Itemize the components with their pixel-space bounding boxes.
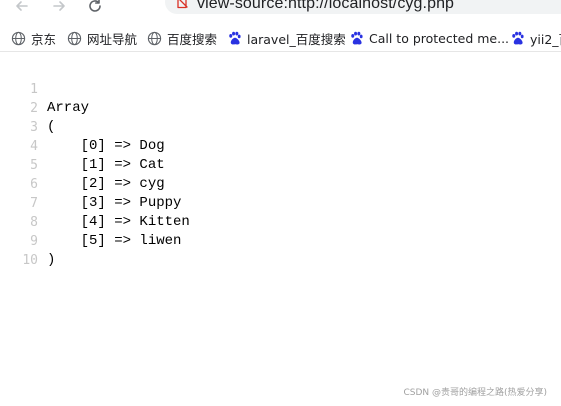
insecure-page-icon	[177, 0, 188, 9]
source-view[interactable]: 1 Array 2 ( 3 [0] => Dog 4 [1] => Cat 5 …	[0, 61, 561, 268]
bookmark-baidu-search[interactable]: 百度搜索	[147, 28, 217, 48]
bookmark-laravel[interactable]: laravel_百度搜索	[227, 28, 346, 48]
arrow-left-icon	[16, 1, 28, 11]
baidu-paw-icon	[351, 31, 363, 44]
bookmark-url-nav[interactable]: 网址导航	[67, 28, 137, 48]
line-content: )	[47, 252, 56, 268]
source-line: 1 Array	[0, 61, 561, 116]
source-line: 4 [1] => Cat	[0, 118, 561, 173]
bookmark-label: 网址导航	[87, 31, 138, 47]
baidu-paw-icon	[512, 31, 524, 44]
source-line: 5 [2] => cyg	[0, 137, 561, 192]
bookmark-label: laravel_百度搜索	[247, 31, 346, 47]
arrow-right-icon	[53, 1, 65, 11]
source-line: 6 [3] => Puppy	[0, 156, 561, 211]
source-line: 8 [5] => liwen	[0, 194, 561, 249]
back-button[interactable]	[10, 0, 34, 18]
forward-button[interactable]	[47, 0, 71, 18]
source-line: 10	[0, 232, 561, 268]
bookmark-jd[interactable]: 京东	[11, 28, 56, 48]
address-text: view-source:http://localhost/cyg.php	[197, 0, 455, 12]
reload-icon	[89, 0, 101, 12]
globe-icon	[67, 31, 82, 45]
source-line: 7 [4] => Kitten	[0, 175, 561, 230]
globe-icon	[11, 31, 26, 45]
bookmark-label: yii2_百	[530, 31, 561, 47]
reload-button[interactable]	[83, 0, 107, 18]
browser-toolbar: view-source:http://localhost/cyg.php	[0, 0, 561, 22]
baidu-paw-icon	[229, 31, 241, 44]
source-line: 3 [0] => Dog	[0, 99, 561, 154]
address-bar[interactable]: view-source:http://localhost/cyg.php	[165, 0, 561, 14]
bookmark-label: Call to protected me...	[369, 30, 510, 46]
bookmark-label: 京东	[31, 31, 57, 47]
watermark-text: CSDN @贵哥的编程之路(热爱分享)	[403, 388, 547, 398]
source-line: 9 )	[0, 213, 561, 268]
bookmark-yii2[interactable]: yii2_百	[510, 28, 561, 48]
source-line: 2 (	[0, 80, 561, 135]
bookmarks-bar: 京东 网址导航 百度搜索 laravel_百度搜索 Call to protec…	[0, 25, 561, 52]
bookmark-label: 百度搜索	[167, 31, 218, 47]
line-number: 10	[22, 253, 38, 268]
globe-icon	[147, 31, 162, 45]
bookmark-call-to-protected[interactable]: Call to protected me...	[349, 28, 509, 48]
